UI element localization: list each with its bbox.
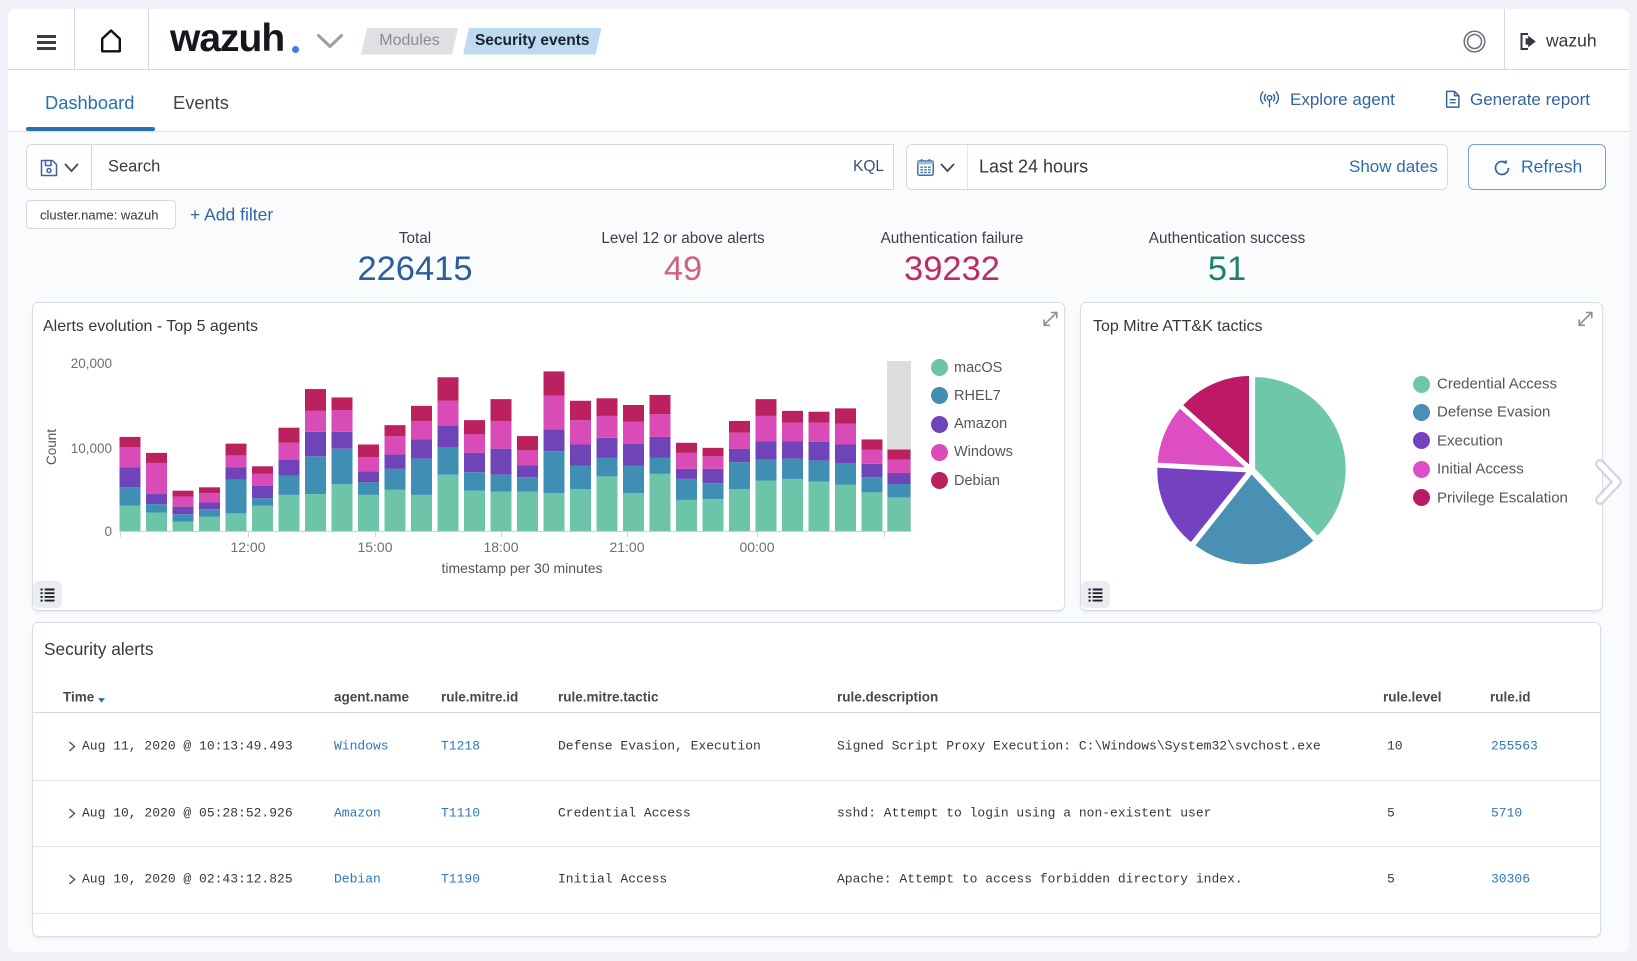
svg-text:0: 0 [104, 524, 112, 539]
svg-text:10,000: 10,000 [71, 441, 112, 456]
svg-text:timestamp per 30 minutes: timestamp per 30 minutes [441, 560, 602, 576]
svg-text:20,000: 20,000 [71, 356, 112, 371]
svg-text:12:00: 12:00 [230, 539, 265, 555]
svg-text:21:00: 21:00 [609, 539, 644, 555]
svg-text:18:00: 18:00 [483, 539, 518, 555]
svg-text:Count: Count [44, 429, 59, 465]
svg-text:15:00: 15:00 [357, 539, 392, 555]
svg-text:00:00: 00:00 [739, 539, 774, 555]
